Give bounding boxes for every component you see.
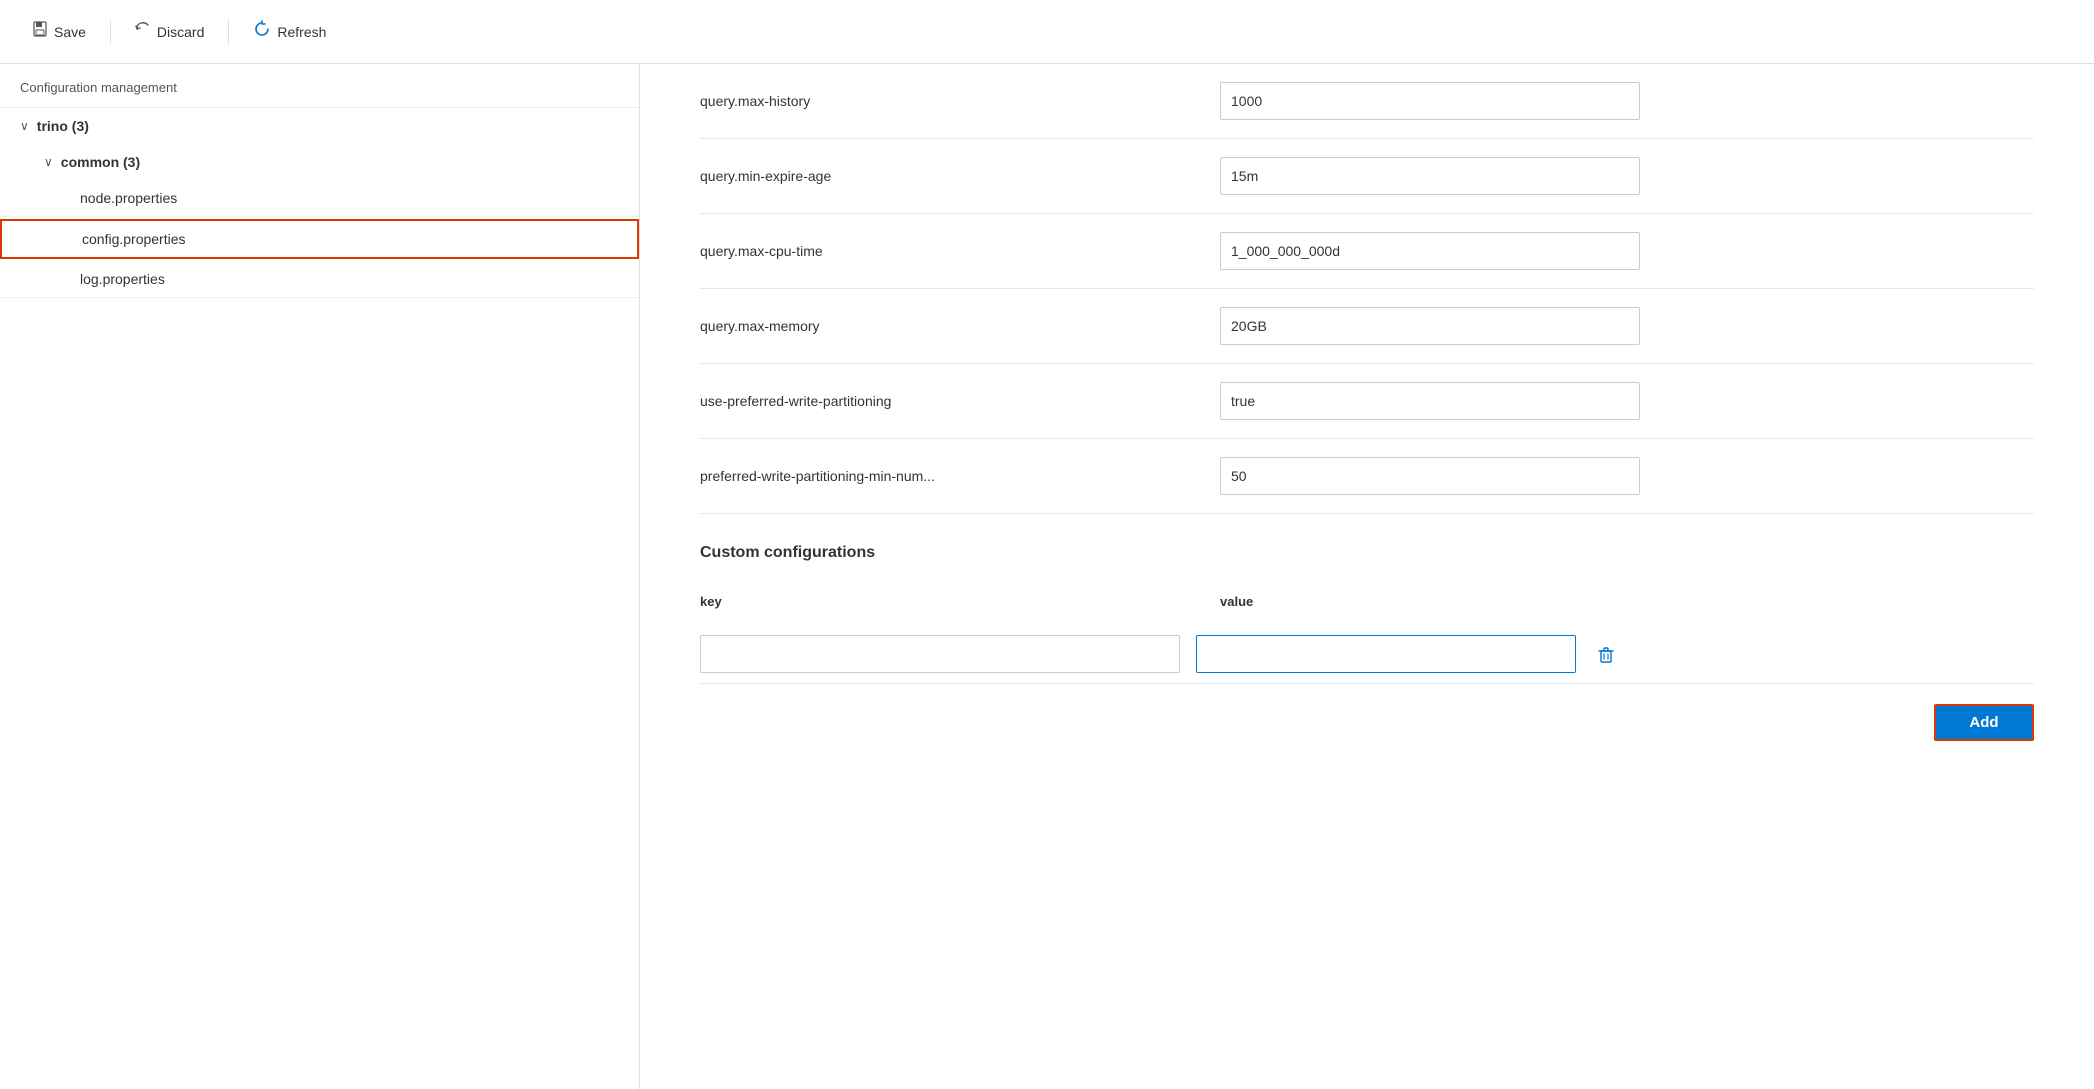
save-label: Save xyxy=(54,24,86,40)
sidebar-item-log-label: log.properties xyxy=(80,271,165,287)
discard-icon xyxy=(135,21,151,42)
config-row-0: query.max-history xyxy=(700,64,2034,139)
config-row-2: query.max-cpu-time xyxy=(700,214,2034,289)
add-button[interactable]: Add xyxy=(1934,704,2034,741)
main-content: Configuration management ∨ trino (3) ∨ c… xyxy=(0,64,2094,1089)
config-value-input-5[interactable] xyxy=(1220,457,1640,495)
sidebar-item-config-properties[interactable]: config.properties xyxy=(0,219,639,259)
chevron-trino: ∨ xyxy=(20,119,29,133)
config-value-input-4[interactable] xyxy=(1220,382,1640,420)
sidebar-item-trino[interactable]: ∨ trino (3) xyxy=(0,108,639,144)
sidebar-item-config-label: config.properties xyxy=(82,231,186,247)
save-button[interactable]: Save xyxy=(20,15,98,48)
config-key-5: preferred-write-partitioning-min-num... xyxy=(700,468,1220,484)
custom-value-input-0[interactable] xyxy=(1196,635,1576,673)
config-row-5: preferred-write-partitioning-min-num... xyxy=(700,439,2034,514)
sidebar-item-common-label: common (3) xyxy=(61,154,140,170)
config-key-2: query.max-cpu-time xyxy=(700,243,1220,259)
sidebar-item-node-properties[interactable]: node.properties xyxy=(0,180,639,217)
sidebar-item-node-label: node.properties xyxy=(80,190,177,206)
sidebar-item-common[interactable]: ∨ common (3) xyxy=(0,144,639,180)
delete-row-button-0[interactable] xyxy=(1592,640,1620,668)
config-row-4: use-preferred-write-partitioning xyxy=(700,364,2034,439)
config-row-3: query.max-memory xyxy=(700,289,2034,364)
config-row-1: query.min-expire-age xyxy=(700,139,2034,214)
right-panel: query.max-history query.min-expire-age q… xyxy=(640,64,2094,1089)
config-key-4: use-preferred-write-partitioning xyxy=(700,393,1220,409)
custom-configs-header: key value xyxy=(700,586,2034,617)
toolbar-divider xyxy=(110,20,111,44)
trash-icon xyxy=(1596,644,1616,664)
save-icon xyxy=(32,21,48,42)
toolbar-divider-2 xyxy=(228,20,229,44)
add-row: Add xyxy=(700,684,2034,761)
custom-configs-title: Custom configurations xyxy=(700,544,2034,562)
config-value-input-3[interactable] xyxy=(1220,307,1640,345)
discard-button[interactable]: Discard xyxy=(123,15,216,48)
refresh-button[interactable]: Refresh xyxy=(241,14,338,49)
config-key-3: query.max-memory xyxy=(700,318,1220,334)
chevron-common: ∨ xyxy=(44,155,53,169)
config-key-0: query.max-history xyxy=(700,93,1220,109)
refresh-icon xyxy=(253,20,271,43)
custom-col-key-header: key xyxy=(700,594,1220,609)
sidebar-item-trino-label: trino (3) xyxy=(37,118,89,134)
refresh-label: Refresh xyxy=(277,24,326,40)
config-value-input-1[interactable] xyxy=(1220,157,1640,195)
discard-label: Discard xyxy=(157,24,204,40)
toolbar: Save Discard Refresh xyxy=(0,0,2094,64)
sidebar-item-log-properties[interactable]: log.properties xyxy=(0,261,639,298)
config-value-input-0[interactable] xyxy=(1220,82,1640,120)
config-key-1: query.min-expire-age xyxy=(700,168,1220,184)
custom-configs-section: Custom configurations key value xyxy=(700,514,2034,781)
custom-row-0 xyxy=(700,625,2034,684)
config-value-input-2[interactable] xyxy=(1220,232,1640,270)
custom-col-value-header: value xyxy=(1220,594,1253,609)
sidebar: Configuration management ∨ trino (3) ∨ c… xyxy=(0,64,640,1089)
sidebar-header: Configuration management xyxy=(0,64,639,108)
custom-key-input-0[interactable] xyxy=(700,635,1180,673)
